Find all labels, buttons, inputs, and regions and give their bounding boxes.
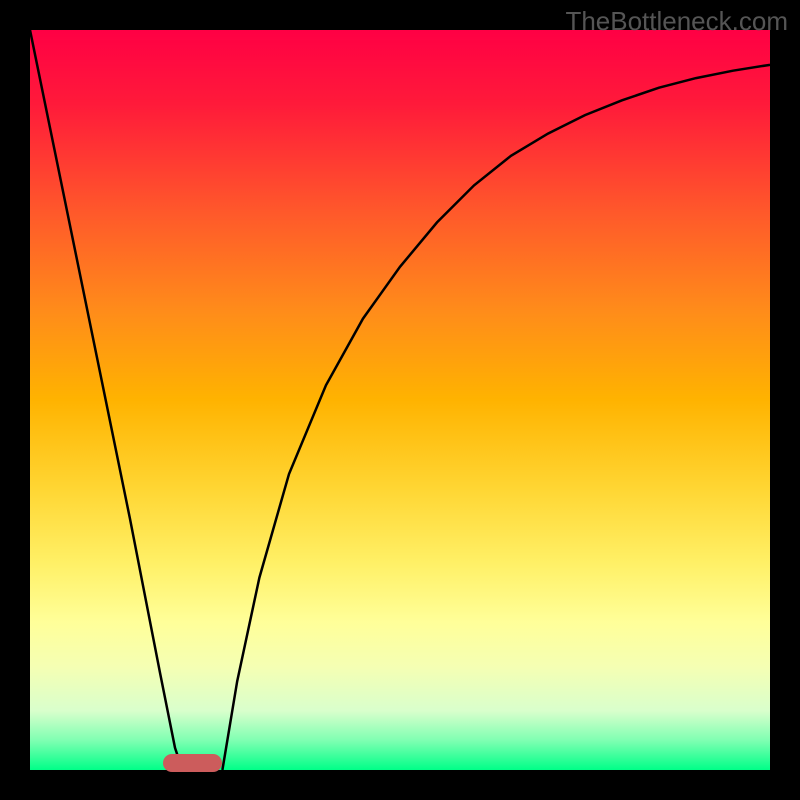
curve-left-branch bbox=[30, 30, 182, 770]
bottleneck-marker bbox=[163, 754, 222, 772]
watermark-text: TheBottleneck.com bbox=[565, 6, 788, 37]
chart-plot-area bbox=[30, 30, 770, 770]
chart-curves-svg bbox=[30, 30, 770, 770]
curve-right-branch bbox=[222, 65, 770, 770]
